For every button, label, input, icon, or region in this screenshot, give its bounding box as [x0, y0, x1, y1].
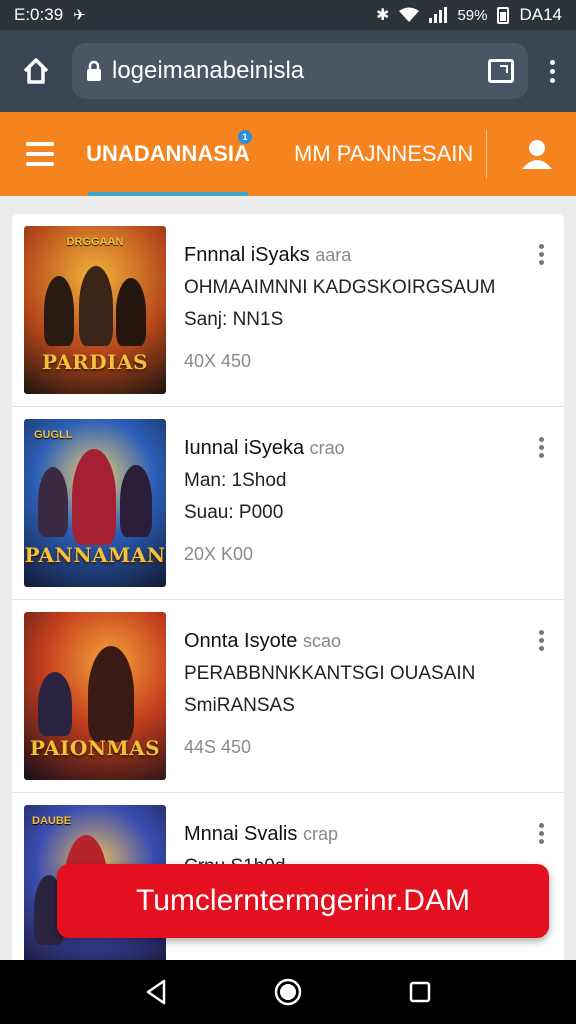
- battery-percent: 59%: [457, 6, 488, 24]
- item-subtitle: PERABBNNKKANTSGI OUASAIN: [184, 663, 476, 684]
- item-info: Iunnal iSyeka crao Man: 1Shod Suau: P000…: [166, 407, 564, 599]
- list-item[interactable]: GUGLL PANNAMAN Iunnal iSyeka crao Man: 1…: [12, 407, 564, 600]
- tab-primary-label: UNADANNASIA: [86, 141, 250, 166]
- back-icon: [146, 979, 166, 1005]
- poster-image: DRGGAAN PARDIAS: [24, 226, 166, 394]
- nav-back-button[interactable]: [136, 972, 176, 1012]
- item-info: Onnta Isyote scao PERABBNNKKANTSGI OUASA…: [166, 600, 564, 792]
- item-menu-icon[interactable]: [539, 630, 544, 651]
- list-item[interactable]: DRGGAAN PARDIAS Fnnnal iSyaks aara OHMAA…: [12, 214, 564, 407]
- tab-switcher-icon[interactable]: [488, 59, 514, 83]
- bluetooth-icon: ✱: [376, 7, 390, 24]
- battery-icon: [497, 6, 510, 24]
- notification-icon: ✈: [73, 7, 86, 24]
- home-icon: [23, 58, 49, 84]
- list-item[interactable]: PAIONMAS Onnta Isyote scao PERABBNNKKANT…: [12, 600, 564, 793]
- content-area: DRGGAAN PARDIAS Fnnnal iSyaks aara OHMAA…: [0, 196, 576, 960]
- signal-icon: [429, 7, 448, 23]
- item-list: DRGGAAN PARDIAS Fnnnal iSyaks aara OHMAA…: [12, 214, 564, 960]
- item-menu-icon[interactable]: [539, 823, 544, 844]
- browser-toolbar: logeimanabeinisla: [0, 30, 576, 112]
- item-title: Mnnai Svalis crap: [184, 823, 338, 845]
- poster-title: PAIONMAS: [29, 736, 161, 760]
- item-menu-icon[interactable]: [539, 244, 544, 265]
- tab-badge: 1: [238, 130, 252, 144]
- item-subtitle: Man: 1Shod: [184, 470, 287, 491]
- item-title: Onnta Isyote scao: [184, 630, 341, 652]
- browser-home-button[interactable]: [14, 49, 58, 93]
- item-detail: Sanj: NN1S: [184, 309, 284, 330]
- item-detail: SmiRANSAS: [184, 695, 295, 716]
- item-subtitle: OHMAAIMNNI KADGSKOIRGSAUM: [184, 277, 496, 298]
- tab-secondary-label: MM PAJNNESAIN: [294, 141, 474, 166]
- lock-icon: [87, 60, 101, 81]
- system-nav-bar: [0, 960, 576, 1024]
- browser-menu-icon[interactable]: [542, 59, 562, 83]
- poster-top-text: DRGGAAN: [66, 236, 124, 248]
- nav-recents-button[interactable]: [400, 972, 440, 1012]
- status-right-text: DA14: [519, 5, 562, 24]
- item-meta: 40X 450: [184, 351, 252, 371]
- item-title: Iunnal iSyeka crao: [184, 437, 345, 459]
- status-right: ✱ 59% DA14: [376, 5, 562, 25]
- tab-primary[interactable]: UNADANNASIA 1: [80, 112, 256, 196]
- poster-top-text: GUGLL: [34, 429, 73, 441]
- poster-title: PANNAMAN: [24, 543, 166, 567]
- status-left: E:0:39 ✈: [14, 5, 86, 25]
- item-title: Fnnnal iSyaks aara: [184, 244, 352, 266]
- item-menu-icon[interactable]: [539, 437, 544, 458]
- snackbar-button[interactable]: Tumclerntermgerinr.DAM: [57, 864, 549, 938]
- item-detail: Suau: P000: [184, 502, 284, 523]
- poster-image: PAIONMAS: [24, 612, 166, 780]
- status-bar: E:0:39 ✈ ✱ 59% DA14: [0, 0, 576, 30]
- app-header: UNADANNASIA 1 MM PAJNNESAIN: [0, 112, 576, 196]
- nav-home-button[interactable]: [268, 972, 308, 1012]
- poster-top-text: DAUBE: [32, 815, 72, 827]
- poster-title: PARDIAS: [42, 350, 148, 374]
- poster-image: GUGLL PANNAMAN: [24, 419, 166, 587]
- item-info: Fnnnal iSyaks aara OHMAAIMNNI KADGSKOIRG…: [166, 214, 564, 406]
- item-meta: 44S 450: [184, 737, 252, 757]
- item-meta: 20X K00: [184, 544, 254, 564]
- wifi-icon: [399, 7, 420, 22]
- home-circle-icon: [274, 978, 302, 1006]
- user-icon: [522, 140, 552, 169]
- tab-divider: [486, 130, 487, 178]
- address-bar[interactable]: logeimanabeinisla: [72, 43, 528, 99]
- url-text[interactable]: logeimanabeinisla: [112, 57, 478, 85]
- status-time: E:0:39: [14, 5, 64, 24]
- recents-square-icon: [409, 981, 431, 1003]
- tab-secondary[interactable]: MM PAJNNESAIN: [286, 112, 476, 196]
- hamburger-menu-icon[interactable]: [0, 112, 80, 196]
- profile-button[interactable]: [498, 112, 576, 196]
